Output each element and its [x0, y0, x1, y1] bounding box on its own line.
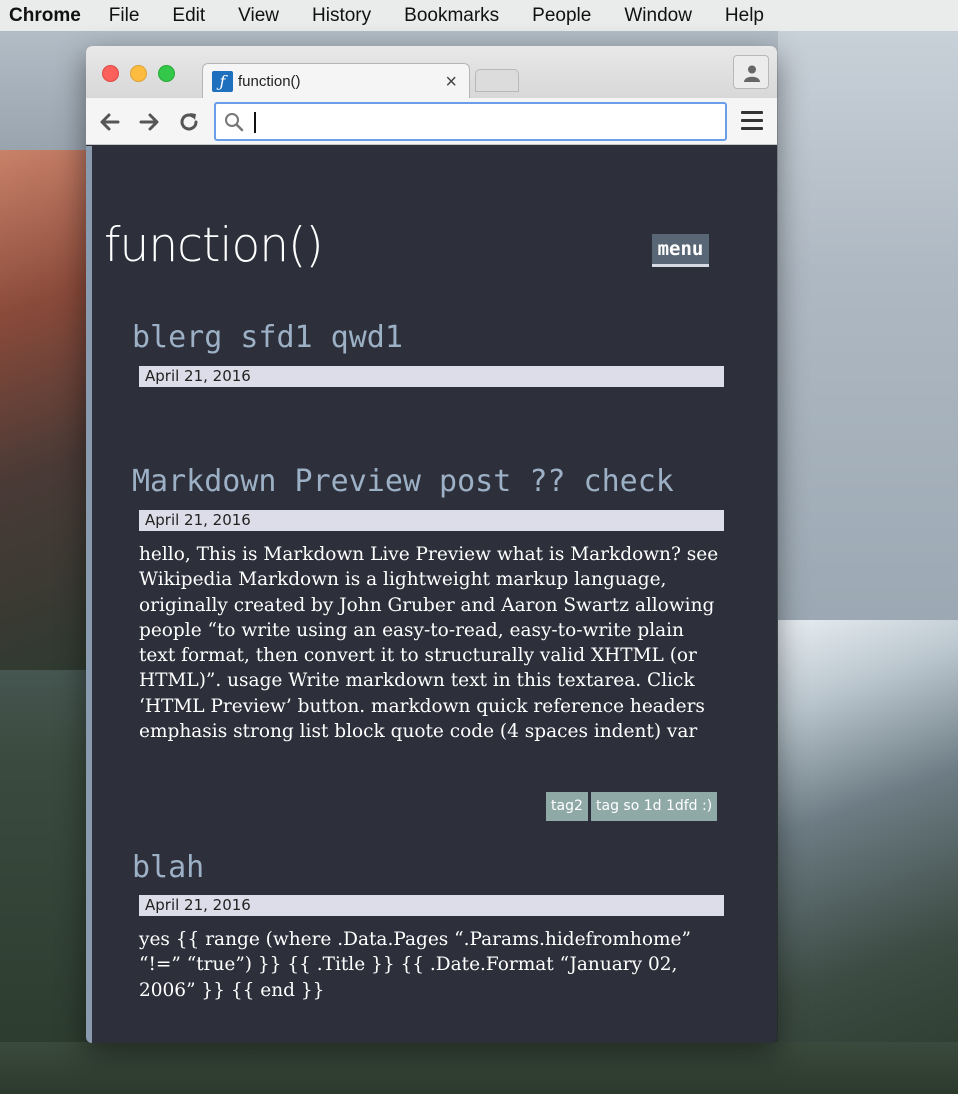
- menu-button[interactable]: menu: [652, 234, 709, 267]
- menubar-view[interactable]: View: [238, 5, 279, 27]
- window-maximize-button[interactable]: [158, 65, 175, 82]
- desktop-wallpaper-sky: [778, 30, 958, 650]
- macos-menubar: Chrome File Edit View History Bookmarks …: [0, 0, 958, 31]
- tag-link[interactable]: tag2: [546, 792, 588, 821]
- text-cursor: [254, 112, 256, 133]
- window-close-button[interactable]: [102, 65, 119, 82]
- menubar-app-name[interactable]: Chrome: [9, 5, 81, 27]
- post-date: April 21, 2016: [139, 366, 724, 387]
- chrome-menu-icon[interactable]: [741, 111, 763, 131]
- person-icon: [744, 65, 760, 82]
- back-arrow-icon[interactable]: [97, 109, 123, 135]
- address-input[interactable]: [252, 109, 712, 135]
- post-title[interactable]: blerg sfd1 qwd1: [132, 320, 403, 355]
- search-icon: [225, 113, 244, 132]
- browser-tab[interactable]: ƒ function() ×: [202, 63, 470, 99]
- site-favicon-icon: ƒ: [212, 71, 233, 92]
- forward-arrow-icon[interactable]: [136, 109, 162, 135]
- menubar-history[interactable]: History: [312, 5, 371, 27]
- tag-link[interactable]: tag so 1d 1dfd :): [591, 792, 718, 821]
- window-minimize-button[interactable]: [130, 65, 147, 82]
- browser-window: ƒ function() × function() menu blerg sfd…: [86, 46, 777, 1043]
- desktop-wallpaper-bottom: [0, 1042, 958, 1094]
- tab-close-icon[interactable]: ×: [445, 72, 457, 92]
- profile-button[interactable]: [733, 55, 769, 89]
- site-title[interactable]: function(): [104, 218, 324, 273]
- menubar-window[interactable]: Window: [624, 5, 692, 27]
- new-tab-button[interactable]: [475, 69, 519, 92]
- web-page: function() menu blerg sfd1 qwd1 April 21…: [86, 146, 777, 1043]
- reload-icon[interactable]: [176, 109, 202, 135]
- browser-toolbar: [86, 98, 777, 145]
- post-body: yes {{ range (where .Data.Pages “.Params…: [139, 929, 691, 1001]
- browser-titlebar: ƒ function() ×: [86, 46, 777, 99]
- menubar-file[interactable]: File: [109, 5, 140, 27]
- menubar-edit[interactable]: Edit: [172, 5, 205, 27]
- tab-title: function(): [238, 73, 301, 90]
- post-body: hello, This is Markdown Live Preview wha…: [139, 544, 719, 743]
- post-title[interactable]: Markdown Preview post ?? check: [132, 464, 674, 499]
- desktop-wallpaper-left: [0, 150, 100, 670]
- desktop-wallpaper-mountain: [778, 620, 958, 1094]
- address-bar[interactable]: [214, 102, 727, 141]
- menubar-people[interactable]: People: [532, 5, 591, 27]
- post-date: April 21, 2016: [139, 510, 724, 531]
- menubar-help[interactable]: Help: [725, 5, 764, 27]
- menubar-bookmarks[interactable]: Bookmarks: [404, 5, 499, 27]
- post-title[interactable]: blah: [132, 850, 204, 885]
- post-date: April 21, 2016: [139, 895, 724, 916]
